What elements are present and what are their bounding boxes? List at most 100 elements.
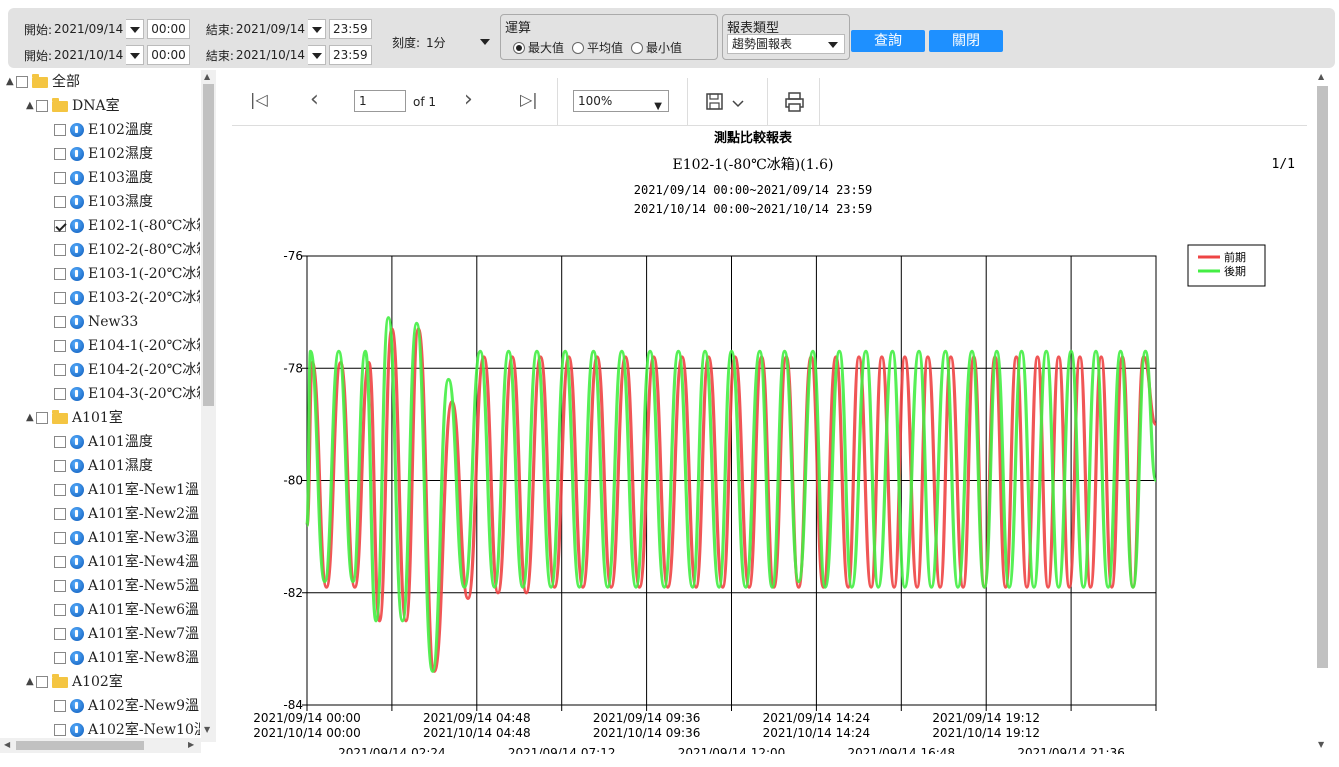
checkbox[interactable] xyxy=(54,124,66,136)
checkbox[interactable] xyxy=(36,412,48,424)
radio-avg[interactable] xyxy=(572,41,585,54)
tree-node-point[interactable]: A101室-New1溫 xyxy=(54,478,199,502)
checkbox[interactable] xyxy=(54,364,66,376)
tree-node-point[interactable]: E103濕度 xyxy=(54,190,153,214)
scale-select[interactable]: 1分 xyxy=(426,34,476,51)
next-page-icon[interactable]: › xyxy=(464,87,473,112)
tree-node-point[interactable]: A101室-New6溫 xyxy=(54,598,199,622)
tree-horizontal-scroll-thumb[interactable] xyxy=(16,741,144,750)
checkbox[interactable] xyxy=(54,316,66,328)
end-date-1[interactable]: 2021/09/14 xyxy=(236,22,305,36)
radio-max[interactable] xyxy=(513,41,525,54)
tree-node-point[interactable]: E104-3(-20℃冰箱 xyxy=(54,382,200,406)
start-time-1-input[interactable]: 00:00 xyxy=(147,19,190,39)
checkbox[interactable] xyxy=(54,196,66,208)
collapse-icon[interactable]: ▲ xyxy=(26,670,36,694)
last-page-icon[interactable]: ▷| xyxy=(520,90,538,109)
tree-horizontal-scrollbar[interactable]: ◀ ▶ xyxy=(0,738,201,753)
tree-node-point[interactable]: E103-2(-20℃冰箱 xyxy=(54,286,200,310)
zoom-select[interactable]: 100% ▼ xyxy=(573,90,669,112)
checkbox[interactable] xyxy=(54,508,66,520)
checkbox[interactable] xyxy=(54,436,66,448)
checkbox[interactable] xyxy=(54,724,66,736)
radio-min[interactable] xyxy=(631,41,644,54)
checkbox[interactable] xyxy=(54,268,66,280)
tree-node-point[interactable]: E104-2(-20℃冰箱 xyxy=(54,358,200,382)
tree-node-point[interactable]: New33 xyxy=(54,310,138,334)
tree-node-point[interactable]: E102濕度 xyxy=(54,142,153,166)
checkbox[interactable] xyxy=(54,556,66,568)
checkbox[interactable] xyxy=(54,172,66,184)
tree-vertical-scrollbar[interactable]: ▲ ▼ xyxy=(201,70,216,742)
checkbox[interactable] xyxy=(54,604,66,616)
checkbox[interactable] xyxy=(54,700,66,712)
checkbox[interactable] xyxy=(54,244,66,256)
first-page-icon[interactable]: |◁ xyxy=(250,90,268,109)
tree-node-point[interactable]: A101室-New3溫 xyxy=(54,526,199,550)
checkbox[interactable] xyxy=(54,532,66,544)
collapse-icon[interactable]: ▲ xyxy=(6,70,16,94)
tree-node-point[interactable]: A101室-New2溫 xyxy=(54,502,199,526)
checkbox[interactable] xyxy=(36,676,48,688)
start-date-1[interactable]: 2021/09/14 xyxy=(54,22,123,36)
print-icon[interactable] xyxy=(783,90,807,114)
scroll-right-icon[interactable]: ▶ xyxy=(188,740,194,749)
tree-node-point[interactable]: A101室-New4溫 xyxy=(54,550,199,574)
checkbox[interactable] xyxy=(54,148,66,160)
tree-node-point[interactable]: E103-1(-20℃冰箱 xyxy=(54,262,200,286)
end-date-1-dropdown-icon[interactable] xyxy=(308,19,327,39)
tree-node-point[interactable]: A101溫度 xyxy=(54,430,153,454)
scroll-up-icon[interactable]: ▲ xyxy=(204,72,210,81)
report-type-dropdown-icon[interactable] xyxy=(828,42,838,48)
scale-dropdown-icon[interactable] xyxy=(476,32,494,52)
start-time-2-input[interactable]: 00:00 xyxy=(147,45,190,65)
checkbox[interactable] xyxy=(36,100,48,112)
collapse-icon[interactable]: ▲ xyxy=(26,94,36,118)
prev-page-icon[interactable]: ‹ xyxy=(310,87,319,112)
report-scroll-down-icon[interactable]: ▼ xyxy=(1318,740,1324,749)
scroll-left-icon[interactable]: ◀ xyxy=(4,740,10,749)
tree-node-group[interactable]: ▲ DNA室 xyxy=(26,94,120,118)
collapse-icon[interactable]: ▲ xyxy=(26,406,36,430)
start-date-2[interactable]: 2021/10/14 xyxy=(54,48,123,62)
tree-node-point[interactable]: A101室-New5溫 xyxy=(54,574,199,598)
tree-node-point[interactable]: E103溫度 xyxy=(54,166,153,190)
checkbox[interactable] xyxy=(54,580,66,592)
zoom-dropdown-icon[interactable]: ▼ xyxy=(654,97,662,117)
end-time-1-input[interactable]: 23:59 xyxy=(329,19,372,39)
tree-node-root[interactable]: ▲ 全部 xyxy=(6,70,80,94)
end-date-2-dropdown-icon[interactable] xyxy=(308,45,327,65)
start-date-1-dropdown-icon[interactable] xyxy=(126,19,145,39)
page-number-input[interactable]: 1 xyxy=(354,90,406,112)
checkbox[interactable] xyxy=(54,628,66,640)
tree-node-point[interactable]: E102-1(-80℃冰箱 xyxy=(54,214,200,238)
tree-node-point[interactable]: A101室-New7溫 xyxy=(54,622,199,646)
report-vertical-scrollbar[interactable]: ▲ ▼ xyxy=(1314,70,1331,754)
report-scroll-up-icon[interactable]: ▲ xyxy=(1318,72,1324,81)
end-date-2[interactable]: 2021/10/14 xyxy=(236,48,305,62)
end-time-2-input[interactable]: 23:59 xyxy=(329,45,372,65)
tree-node-point[interactable]: A101濕度 xyxy=(54,454,153,478)
tree-node-point[interactable]: A102室-New9溫 xyxy=(54,694,199,718)
checkbox[interactable] xyxy=(54,460,66,472)
tree-vertical-scroll-thumb[interactable] xyxy=(203,84,214,406)
checkbox[interactable] xyxy=(54,388,66,400)
tree-node-point[interactable]: E104-1(-20℃冰箱 xyxy=(54,334,200,358)
report-type-select[interactable]: 趨勢圖報表 xyxy=(727,34,845,54)
checkbox[interactable] xyxy=(54,652,66,664)
query-button[interactable]: 查詢 xyxy=(851,30,925,52)
close-button[interactable]: 關閉 xyxy=(929,30,1003,52)
report-scroll-thumb[interactable] xyxy=(1317,86,1328,668)
tree-node-group[interactable]: ▲ A102室 xyxy=(26,670,123,694)
tree-node-point[interactable]: E102溫度 xyxy=(54,118,153,142)
save-icon[interactable] xyxy=(705,92,749,114)
checkbox[interactable] xyxy=(54,292,66,304)
checkbox[interactable] xyxy=(54,340,66,352)
checkbox[interactable] xyxy=(54,484,66,496)
checkbox[interactable] xyxy=(54,220,66,232)
tree-node-group[interactable]: ▲ A101室 xyxy=(26,406,123,430)
tree-node-point[interactable]: A101室-New8溫 xyxy=(54,646,199,670)
tree-node-point[interactable]: E102-2(-80℃冰箱 xyxy=(54,238,200,262)
checkbox[interactable] xyxy=(16,76,28,88)
tree-node-point[interactable]: A102室-New10溫 xyxy=(54,718,200,740)
